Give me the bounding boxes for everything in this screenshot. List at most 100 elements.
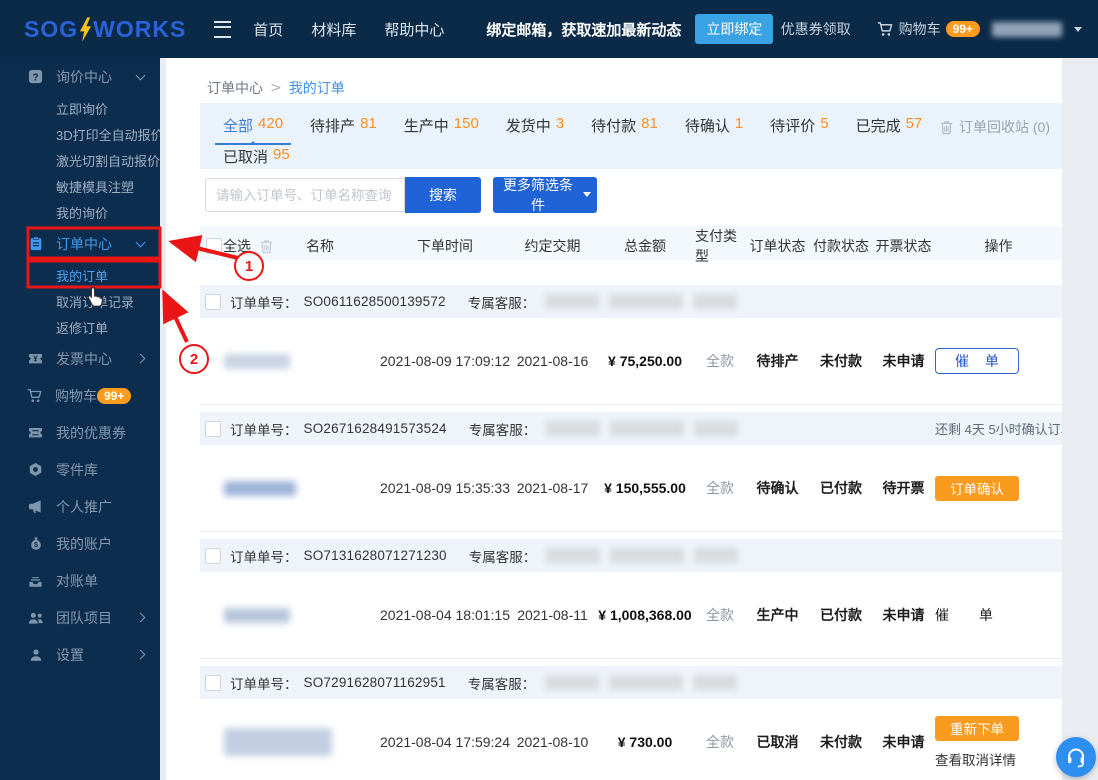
lightning-icon	[79, 17, 92, 42]
sidebar-item-购物车[interactable]: 购物车99+	[0, 377, 160, 414]
tab-已完成[interactable]: 已完成57	[856, 112, 923, 139]
sidebar-subitem-立即询价[interactable]: 立即询价	[0, 95, 160, 121]
tab-发货中[interactable]: 发货中3	[506, 112, 564, 139]
bind-now-button[interactable]: 立即绑定	[695, 14, 773, 44]
order-name-blur[interactable]	[224, 481, 296, 496]
pay-type-value: 全款	[706, 605, 734, 625]
more-filters-button[interactable]: 更多筛选条件	[493, 177, 597, 213]
nav-link-1[interactable]: 首页	[253, 19, 283, 40]
sidebar-item-label: 团队项目	[56, 608, 137, 628]
order-number: SO2671628491573524	[304, 421, 447, 436]
order-search-input[interactable]	[205, 178, 405, 212]
sidebar-item-订单中心[interactable]: 订单中心	[0, 225, 160, 262]
help-icon: ?	[27, 69, 44, 84]
search-row: 搜索 更多筛选条件	[205, 177, 597, 213]
sidebar-subitem-我的询价[interactable]: 我的询价	[0, 199, 160, 225]
countdown-text: 还剩 4天 5小时确认订单	[935, 419, 1062, 438]
column-header-订单状态: 订单状态	[745, 236, 810, 256]
order-status-value: 已取消	[757, 732, 799, 752]
sidebar: ?询价中心立即询价3D打印全自动报价激光切割自动报价敏捷模具注塑我的询价订单中心…	[0, 58, 160, 780]
tab-label: 待评价	[770, 115, 815, 136]
top-navbar: SOG WORKS 首页材料库帮助中心 绑定邮箱，获取速加最新动态 立即绑定 优…	[0, 0, 1098, 58]
sidebar-item-我的优惠券[interactable]: 我的优惠券	[0, 414, 160, 451]
nav-link-3[interactable]: 帮助中心	[384, 19, 444, 40]
order-checkbox[interactable]	[205, 294, 221, 310]
order-no-label: 订单单号：	[230, 673, 298, 693]
order-checkbox[interactable]	[205, 548, 221, 564]
trash-icon	[940, 120, 953, 135]
sidebar-subitem-取消订单记录[interactable]: 取消订单记录	[0, 288, 160, 314]
order-header-row: 订单单号：SO7131628071271230专属客服：	[200, 539, 1062, 572]
order-time: 2021-08-09 17:09:12	[380, 353, 510, 369]
coupon-link[interactable]: 优惠券领取	[781, 19, 851, 39]
order-number: SO0611628500139572	[304, 294, 446, 309]
order-header-row: 订单单号：SO2671628491573524专属客服：还剩 4天 5小时确认订…	[200, 412, 1062, 445]
sidebar-item-对账单[interactable]: 对账单	[0, 562, 160, 599]
svg-text:$: $	[34, 542, 38, 549]
sidebar-item-我的账户[interactable]: $我的账户	[0, 525, 160, 562]
headset-icon	[1064, 745, 1088, 769]
sidebar-subitem-返修订单[interactable]: 返修订单	[0, 314, 160, 340]
menu-icon[interactable]	[214, 21, 231, 38]
app-logo[interactable]: SOG WORKS	[24, 16, 186, 43]
tab-待评价[interactable]: 待评价5	[770, 112, 828, 139]
pay-type: 全款	[695, 605, 745, 625]
tab-count: 420	[258, 115, 283, 136]
tab-待付款[interactable]: 待付款81	[591, 112, 658, 139]
navbar-cart[interactable]: 购物车 99+	[877, 19, 980, 39]
tab-待确认[interactable]: 待确认1	[685, 112, 743, 139]
tab-已取消[interactable]: 已取消95	[223, 143, 290, 170]
urge-order-button[interactable]: 催 单	[935, 348, 1019, 374]
sidebar-subitem-我的订单[interactable]: 我的订单	[0, 262, 160, 288]
order-amount: ¥ 75,250.00	[595, 353, 695, 369]
sidebar-item-零件库[interactable]: 零件库	[0, 451, 160, 488]
breadcrumb-current[interactable]: 我的订单	[289, 78, 345, 98]
nav-link-2[interactable]: 材料库	[311, 19, 356, 40]
order-name-blur[interactable]	[224, 728, 332, 756]
view-cancel-details-link[interactable]: 查看取消详情	[935, 749, 1062, 769]
sidebar-item-设置[interactable]: 设置	[0, 636, 160, 673]
order-amount-value: ¥ 75,250.00	[608, 353, 682, 369]
delivery-date-value: 2021-08-11	[517, 607, 588, 623]
sidebar-item-个人推广[interactable]: 个人推广	[0, 488, 160, 525]
order-name-blur[interactable]	[224, 354, 290, 369]
invoice-status-value: 未申请	[883, 732, 925, 752]
breadcrumb-root[interactable]: 订单中心	[207, 78, 263, 98]
sidebar-subitem-3D打印全自动报价[interactable]: 3D打印全自动报价	[0, 121, 160, 147]
sidebar-subitem-激光切割自动报价[interactable]: 激光切割自动报价	[0, 147, 160, 173]
delivery-date-value: 2021-08-10	[517, 734, 589, 750]
delivery-date-value: 2021-08-17	[517, 480, 589, 496]
reorder-button[interactable]: 重新下单	[935, 716, 1019, 741]
tab-生产中[interactable]: 生产中150	[404, 112, 479, 139]
tab-待排产[interactable]: 待排产81	[310, 112, 377, 139]
select-all-checkbox[interactable]	[206, 238, 222, 254]
order-time-value: 2021-08-09 17:09:12	[380, 353, 510, 369]
urge-order-text[interactable]: 催 单	[935, 605, 1062, 625]
order-data-row: 2021-08-04 17:59:242021-08-10¥ 730.00全款已…	[200, 699, 1062, 780]
payment-status: 未付款	[810, 732, 872, 752]
order-checkbox[interactable]	[205, 421, 221, 437]
order-checkbox[interactable]	[205, 675, 221, 691]
username-blur[interactable]	[992, 22, 1062, 37]
invoice-status: 未申请	[872, 605, 935, 625]
invoice-status: 未申请	[872, 351, 935, 371]
order-amount-value: ¥ 150,555.00	[604, 480, 686, 496]
search-button[interactable]: 搜索	[405, 177, 481, 213]
order-recycle-bin[interactable]: 订单回收站 (0)	[940, 117, 1050, 137]
column-header-总金额: 总金额	[595, 236, 695, 256]
sidebar-item-询价中心[interactable]: ?询价中心	[0, 58, 160, 95]
customer-service-label: 专属客服：	[469, 546, 537, 566]
tab-label: 已完成	[856, 115, 901, 136]
svg-text:?: ?	[32, 72, 38, 83]
sidebar-item-发票中心[interactable]: ¥发票中心	[0, 340, 160, 377]
confirm-order-button[interactable]: 订单确认	[935, 476, 1019, 501]
order-name-blur[interactable]	[224, 608, 290, 623]
tab-全部[interactable]: 全部420	[223, 112, 283, 139]
sidebar-item-团队项目[interactable]: 团队项目	[0, 599, 160, 636]
confirm-countdown: 还剩 4天 5小时确认订单	[930, 412, 1062, 445]
trash-icon[interactable]	[260, 239, 273, 254]
inbox-icon	[27, 574, 44, 588]
recycle-bin-label: 订单回收站 (0)	[959, 117, 1050, 137]
sidebar-subitem-敏捷模具注塑[interactable]: 敏捷模具注塑	[0, 173, 160, 199]
customer-support-fab[interactable]	[1056, 737, 1096, 777]
